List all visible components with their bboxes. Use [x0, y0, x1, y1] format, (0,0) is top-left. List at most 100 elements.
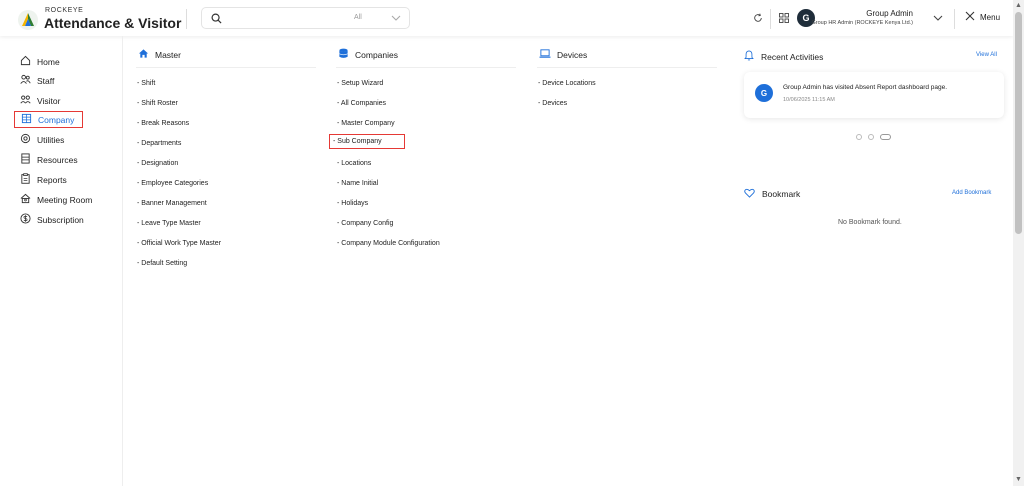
sidebar-item-label: Subscription: [37, 214, 84, 225]
link-shift-roster[interactable]: - Shift Roster: [137, 100, 178, 107]
view-all-link[interactable]: View All: [976, 52, 997, 58]
currency-icon: [20, 213, 31, 226]
link-designation[interactable]: - Designation: [137, 160, 178, 167]
link-device-locations[interactable]: - Device Locations: [538, 80, 596, 87]
rockeye-logo-icon[interactable]: [18, 10, 38, 30]
link-leave-type-master[interactable]: - Leave Type Master: [137, 220, 201, 227]
sidebar-item-staff[interactable]: Staff: [14, 72, 84, 89]
search-input[interactable]: [228, 11, 338, 25]
sidebar: Home Staff Visitor Company Utilities Res…: [0, 36, 123, 486]
recent-activities-title: Recent Activities: [761, 51, 824, 62]
sidebar-item-reports[interactable]: Reports: [14, 171, 84, 188]
sidebar-item-label: Reports: [37, 174, 67, 185]
link-all-companies[interactable]: - All Companies: [337, 100, 386, 107]
link-sub-company[interactable]: - Sub Company: [329, 134, 405, 149]
link-company-module-configuration[interactable]: - Company Module Configuration: [337, 240, 440, 247]
companies-title: Companies: [355, 49, 398, 60]
link-holidays[interactable]: - Holidays: [337, 200, 368, 207]
link-locations[interactable]: - Locations: [337, 160, 371, 167]
activity-timestamp: 10/06/2025 11:15 AM: [783, 97, 835, 103]
link-departments[interactable]: - Departments: [137, 140, 181, 147]
link-official-work-type-master[interactable]: - Official Work Type Master: [137, 240, 221, 247]
bookmark-header: Bookmark: [744, 188, 800, 200]
carousel-dot-active[interactable]: [880, 134, 891, 140]
search-scope-select[interactable]: All: [354, 14, 362, 21]
sidebar-item-label: Utilities: [37, 134, 65, 145]
carousel-dot[interactable]: [868, 134, 874, 140]
sidebar-item-label: Resources: [37, 154, 78, 165]
sidebar-item-subscription[interactable]: Subscription: [14, 211, 114, 228]
user-name[interactable]: Group Admin: [866, 9, 913, 18]
home-icon: [138, 48, 149, 61]
sidebar-item-utilities[interactable]: Utilities: [14, 131, 84, 148]
page-scrollbar[interactable]: ▲ ▼: [1013, 0, 1024, 486]
sidebar-item-meeting-room[interactable]: Meeting Room: [14, 191, 114, 208]
users-icon: [20, 74, 31, 87]
master-title: Master: [155, 49, 181, 60]
chevron-down-icon[interactable]: [933, 14, 943, 22]
search-icon: [211, 13, 222, 24]
header-divider: [186, 9, 187, 29]
sidebar-item-label: Meeting Room: [37, 194, 93, 205]
close-icon: [965, 11, 975, 23]
devices-title: Devices: [557, 49, 588, 60]
link-setup-wizard[interactable]: - Setup Wizard: [337, 80, 383, 87]
scroll-up-arrow-icon[interactable]: ▲: [1015, 2, 1022, 9]
brand-name-small: ROCKEYE: [45, 7, 84, 14]
carousel-dots: [856, 134, 891, 140]
scroll-thumb[interactable]: [1015, 12, 1022, 234]
link-master-company[interactable]: - Master Company: [337, 120, 395, 127]
empty-bookmark-text: No Bookmark found.: [838, 219, 902, 226]
visitor-icon: [20, 94, 31, 107]
sidebar-item-home[interactable]: Home: [14, 53, 84, 70]
activity-avatar: G: [755, 84, 773, 102]
link-banner-management[interactable]: - Banner Management: [137, 200, 207, 207]
section-divider: [336, 67, 516, 68]
sidebar-item-label: Company: [38, 114, 75, 125]
sidebar-item-label: Staff: [37, 75, 55, 86]
link-devices[interactable]: - Devices: [538, 100, 567, 107]
link-company-config[interactable]: - Company Config: [337, 220, 393, 227]
bell-icon: [744, 50, 754, 63]
companies-section-header: Companies: [338, 48, 398, 61]
laptop-icon: [539, 48, 551, 61]
sidebar-item-resources[interactable]: Resources: [14, 151, 84, 168]
sidebar-item-label: Home: [37, 56, 60, 67]
app-title: Attendance & Visitor: [44, 15, 182, 31]
sidebar-item-visitor[interactable]: Visitor: [14, 92, 84, 109]
activity-text: Group Admin has visited Absent Report da…: [783, 84, 948, 91]
link-default-setting[interactable]: - Default Setting: [137, 260, 187, 267]
sidebar-item-company[interactable]: Company: [14, 111, 83, 128]
link-name-initial[interactable]: - Name Initial: [337, 180, 378, 187]
master-section-header: Master: [138, 48, 181, 61]
carousel-dot[interactable]: [856, 134, 862, 140]
section-divider: [537, 67, 717, 68]
scroll-down-arrow-icon[interactable]: ▼: [1015, 476, 1022, 483]
activity-card[interactable]: G Group Admin has visited Absent Report …: [744, 72, 1004, 118]
chevron-down-icon[interactable]: [391, 14, 401, 22]
clipboard-icon: [20, 173, 31, 186]
add-bookmark-link[interactable]: Add Bookmark: [952, 190, 991, 196]
bookmark-title: Bookmark: [762, 189, 801, 199]
resources-icon: [20, 153, 31, 166]
recent-activities-header: Recent Activities: [744, 50, 823, 63]
header-divider: [954, 9, 955, 29]
link-break-reasons[interactable]: - Break Reasons: [137, 120, 189, 127]
gear-icon: [20, 133, 31, 146]
meeting-room-icon: [20, 193, 31, 206]
link-employee-categories[interactable]: - Employee Categories: [137, 180, 208, 187]
menu-button[interactable]: Menu: [965, 11, 1000, 23]
link-shift[interactable]: - Shift: [137, 80, 155, 87]
top-header: ROCKEYE Attendance & Visitor All G Group…: [0, 0, 1013, 36]
apps-grid-icon[interactable]: [779, 13, 789, 23]
menu-label: Menu: [980, 12, 1001, 22]
devices-section-header: Devices: [539, 48, 587, 61]
section-divider: [136, 67, 316, 68]
refresh-icon[interactable]: [753, 13, 763, 23]
header-divider: [770, 9, 771, 29]
heart-icon: [744, 188, 755, 200]
home-icon: [20, 55, 31, 68]
global-search[interactable]: All: [201, 7, 410, 29]
database-icon: [338, 48, 349, 61]
sidebar-item-label: Visitor: [37, 95, 61, 106]
